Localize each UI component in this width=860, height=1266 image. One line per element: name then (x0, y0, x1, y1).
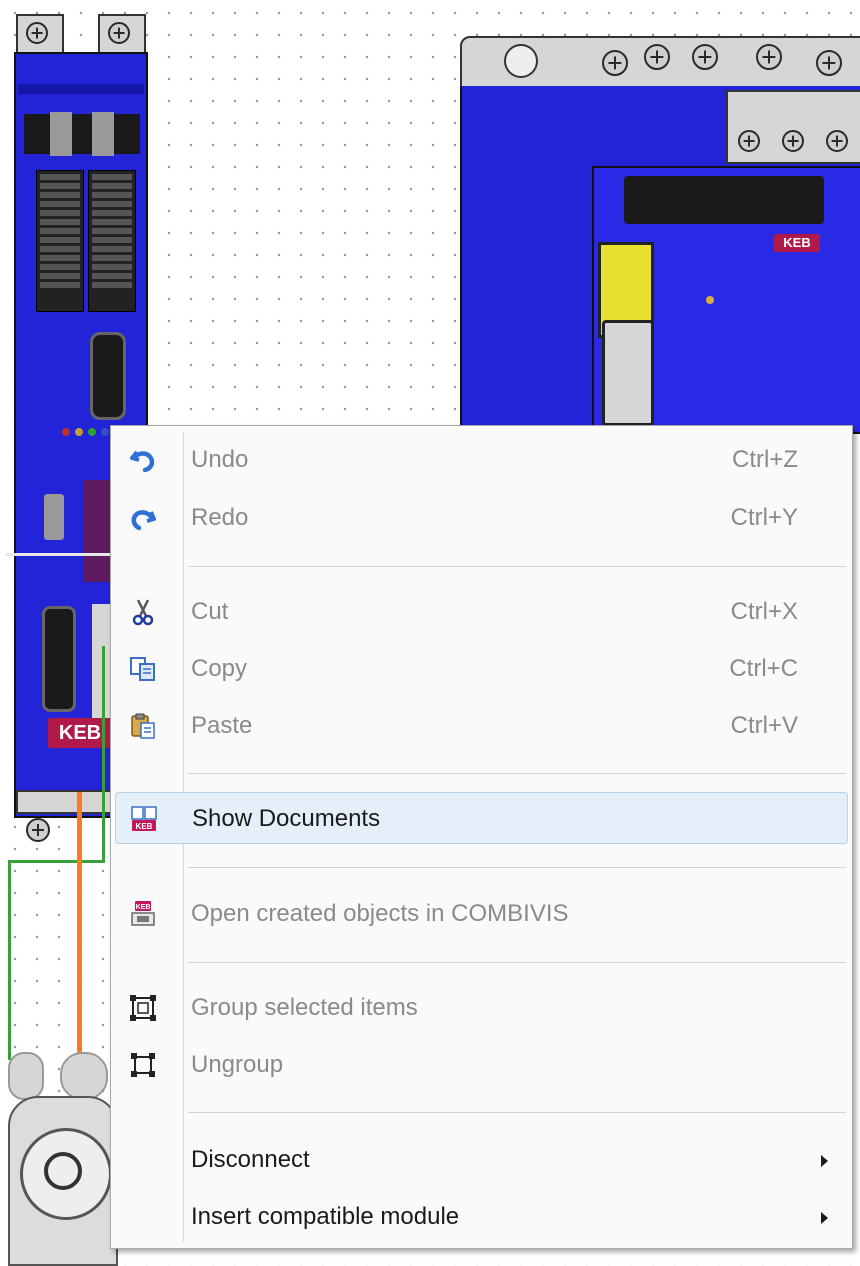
menu-shortcut: Ctrl+C (729, 655, 798, 682)
screw-icon (26, 818, 50, 842)
svg-text:KEB: KEB (136, 822, 153, 831)
svg-text:KEB: KEB (136, 904, 151, 911)
clamp-screw (50, 112, 72, 156)
menu-item-copy[interactable]: Copy Ctrl+C (115, 643, 848, 695)
screw-icon (26, 22, 48, 44)
io-connector (624, 176, 824, 224)
menu-separator (188, 867, 846, 868)
white-wire[interactable] (6, 553, 116, 556)
menu-label: Undo (191, 446, 249, 473)
screw-icon (692, 44, 718, 70)
subd-connector (90, 332, 126, 420)
green-wire[interactable] (102, 646, 105, 862)
led-yellow (75, 428, 83, 436)
menu-shortcut: Ctrl+Z (732, 446, 798, 473)
menu-separator (188, 962, 846, 963)
mount-hole (504, 44, 538, 78)
led-green (88, 428, 96, 436)
menu-item-redo[interactable]: Redo Ctrl+Y (115, 492, 848, 544)
ungroup-icon (131, 1053, 155, 1077)
screw-icon (738, 130, 760, 152)
menu-separator (188, 1112, 846, 1113)
menu-label: Open created objects in COMBIVIS (191, 900, 569, 927)
screw-icon (108, 22, 130, 44)
switch (44, 494, 64, 540)
clamp-bar (24, 114, 140, 154)
terminal-block (88, 170, 136, 312)
green-wire[interactable] (8, 860, 105, 863)
copy-icon (130, 657, 155, 681)
screw-icon (826, 130, 848, 152)
paste-icon (131, 713, 155, 739)
menu-separator (188, 566, 846, 567)
menu-separator (188, 773, 846, 774)
green-wire[interactable] (8, 860, 11, 1060)
context-menu: Undo Ctrl+Z Redo Ctrl+Y Cut Ctrl+X Copy (110, 425, 853, 1249)
menu-item-cut[interactable]: Cut Ctrl+X (115, 586, 848, 638)
motor-connectors (8, 1048, 118, 1100)
documents-keb-icon: KEB (131, 806, 157, 831)
menu-item-insert-compatible-module[interactable]: Insert compatible module (115, 1191, 848, 1243)
submenu-arrow-icon (821, 1155, 828, 1167)
clamp-screw (92, 112, 114, 156)
right-drive-module[interactable]: KEB (456, 30, 860, 434)
menu-label: Ungroup (191, 1051, 284, 1078)
redo-icon (131, 510, 156, 531)
keb-logo: KEB (774, 234, 820, 252)
orange-wire[interactable] (77, 792, 82, 1078)
screw-icon (756, 44, 782, 70)
menu-item-group[interactable]: Group selected items (115, 982, 848, 1034)
motor-connector (8, 1052, 44, 1100)
menu-label: Show Documents (192, 805, 381, 832)
menu-label: Redo (191, 504, 249, 531)
screw-icon (602, 50, 628, 76)
group-icon (130, 995, 156, 1021)
menu-label: Group selected items (191, 994, 418, 1021)
motor-shaft (44, 1152, 82, 1190)
status-led (706, 296, 714, 304)
menu-shortcut: Ctrl+X (730, 598, 798, 625)
screw-icon (782, 130, 804, 152)
menu-item-disconnect[interactable]: Disconnect (115, 1134, 848, 1186)
status-leds (62, 428, 109, 436)
menu-shortcut: Ctrl+Y (730, 504, 798, 531)
undo-icon (130, 450, 155, 473)
menu-label: Copy (191, 655, 248, 682)
menu-shortcut: Ctrl+V (730, 712, 798, 739)
combivis-icon: KEB (131, 901, 155, 926)
menu-item-show-documents[interactable]: KEB Show Documents (115, 792, 848, 844)
led-red (62, 428, 70, 436)
screw-icon (816, 50, 842, 76)
menu-label: Disconnect (191, 1146, 310, 1173)
menu-item-open-combivis[interactable]: KEB Open created objects in COMBIVIS (115, 888, 848, 940)
scissors-icon (132, 599, 154, 626)
menu-item-undo[interactable]: Undo Ctrl+Z (115, 434, 848, 486)
terminal-block (36, 170, 84, 312)
submenu-arrow-icon (821, 1212, 828, 1224)
power-terminals (726, 90, 860, 164)
menu-label: Paste (191, 712, 253, 739)
menu-item-ungroup[interactable]: Ungroup (115, 1039, 848, 1091)
menu-item-paste[interactable]: Paste Ctrl+V (115, 700, 848, 752)
menu-label: Cut (191, 598, 229, 625)
subd-connector (602, 320, 654, 426)
screw-icon (644, 44, 670, 70)
led-blue (101, 428, 109, 436)
menu-label: Insert compatible module (191, 1203, 460, 1230)
motor[interactable] (8, 1096, 118, 1266)
subd-connector-large (42, 606, 76, 712)
motor-connector (60, 1052, 108, 1100)
drive-ridge (18, 84, 144, 94)
